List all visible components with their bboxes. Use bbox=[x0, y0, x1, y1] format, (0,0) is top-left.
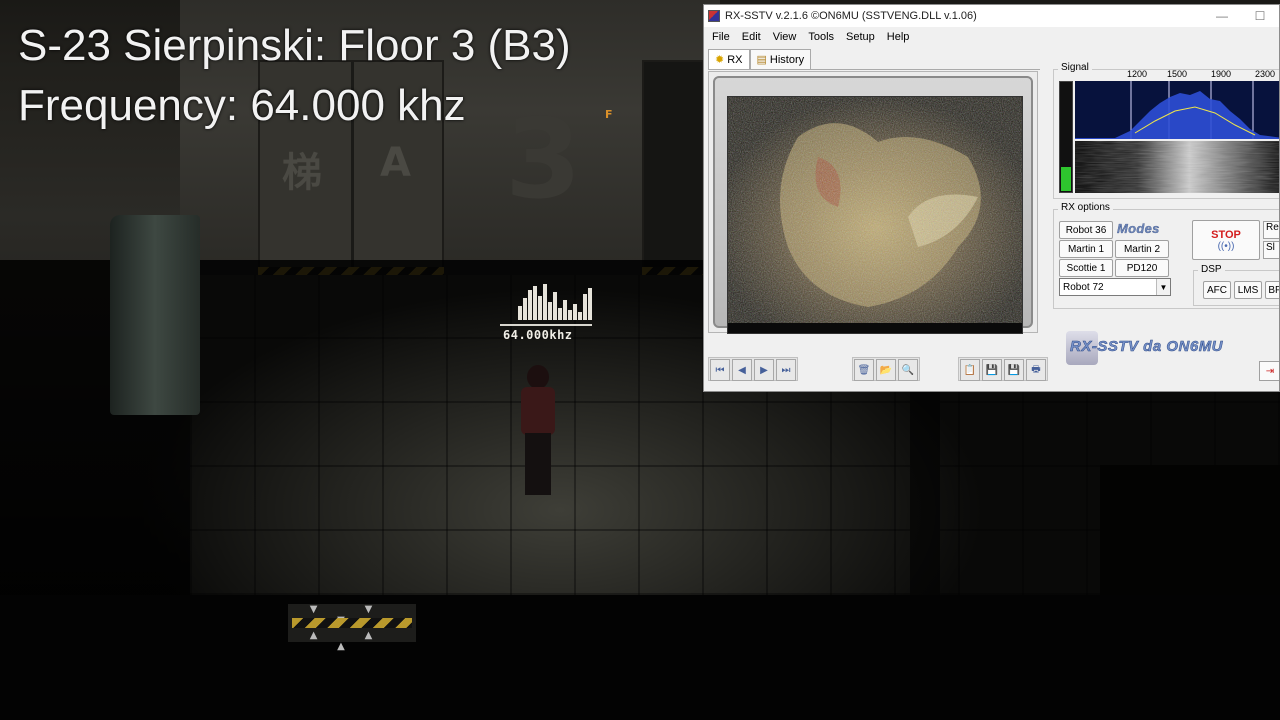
monitor-frame bbox=[713, 76, 1033, 334]
radio-signal-bar bbox=[558, 308, 562, 320]
slant-button-partial[interactable]: Sl bbox=[1263, 241, 1279, 259]
radio-signal-bar bbox=[528, 290, 532, 320]
mode-martin2-button[interactable]: Martin 2 bbox=[1115, 240, 1169, 258]
overlay-frequency: Frequency: 64.000 khz bbox=[18, 81, 466, 130]
dsp-label: DSP bbox=[1198, 264, 1225, 275]
mode-select[interactable]: Robot 72 ▼ bbox=[1059, 278, 1171, 296]
spectrum-display bbox=[1075, 81, 1279, 139]
freq-tick: 1500 bbox=[1167, 69, 1188, 79]
lms-button[interactable]: LMS bbox=[1234, 281, 1262, 299]
delete-icon[interactable]: 🗑 bbox=[854, 359, 874, 381]
menu-help[interactable]: Help bbox=[881, 31, 916, 43]
freq-tick: 1200 bbox=[1127, 69, 1148, 79]
tab-rx-label: RX bbox=[727, 53, 743, 66]
brand-text: RX-SSTV da ON6MU bbox=[1070, 338, 1224, 356]
reset-button-partial[interactable]: Re bbox=[1263, 221, 1279, 239]
floor bbox=[0, 595, 1280, 720]
stop-label: STOP bbox=[1211, 228, 1241, 241]
tab-bar: ✹ RX ▤ History bbox=[708, 49, 812, 69]
radio-signal-bar bbox=[543, 284, 547, 320]
signal-label: Signal bbox=[1058, 62, 1092, 73]
copy-icon[interactable]: 📋 bbox=[960, 359, 980, 381]
minimize-button[interactable]: — bbox=[1203, 9, 1241, 23]
mode-scottie1-button[interactable]: Scottie 1 bbox=[1059, 259, 1113, 277]
rx-options-label: RX options bbox=[1058, 202, 1113, 213]
radio-signal-bar bbox=[568, 310, 572, 320]
mode-robot36-button[interactable]: Robot 36 bbox=[1059, 221, 1113, 239]
app-icon bbox=[708, 10, 720, 22]
signal-level-meter bbox=[1059, 81, 1073, 193]
bp-button[interactable]: BP bbox=[1265, 281, 1279, 299]
radio-signal-bar bbox=[523, 298, 527, 320]
save-as-icon[interactable]: 💾 bbox=[1004, 359, 1024, 381]
window-titlebar[interactable]: RX-SSTV v.2.1.6 ©ON6MU (SSTVENG.DLL v.1.… bbox=[704, 5, 1279, 27]
menu-tools[interactable]: Tools bbox=[802, 31, 840, 43]
radio-signal-bar bbox=[548, 302, 552, 320]
mode-martin1-button[interactable]: Martin 1 bbox=[1059, 240, 1113, 258]
tab-rx[interactable]: ✹ RX bbox=[708, 49, 750, 69]
sun-icon: ✹ bbox=[715, 54, 725, 66]
mode-select-value: Robot 72 bbox=[1063, 281, 1104, 293]
freq-tick: 1900 bbox=[1211, 69, 1232, 79]
exit-icon[interactable]: ⇥ bbox=[1259, 361, 1279, 381]
print-icon[interactable]: 🖶 bbox=[1026, 359, 1046, 381]
maximize-button[interactable]: ☐ bbox=[1241, 9, 1279, 23]
next-image-icon[interactable]: ▶ bbox=[754, 359, 774, 381]
image-toolbar: ⏮ ◀ ▶ ⏭ 🗑 📂 🔍 📋 💾 💾 🖶 bbox=[708, 357, 1060, 381]
radio-signal-bar bbox=[573, 304, 577, 320]
overlay-location-title: S-23 Sierpinski: Floor 3 (B3) bbox=[18, 21, 571, 70]
stop-button[interactable]: STOP ((•)) bbox=[1192, 220, 1260, 260]
menu-bar: File Edit View Tools Setup Help bbox=[704, 27, 1279, 47]
menu-file[interactable]: File bbox=[706, 31, 736, 43]
radio-frequency-readout: 64.000khz bbox=[503, 328, 573, 342]
freq-tick: 2300 bbox=[1255, 69, 1276, 79]
rx-sstv-window: RX-SSTV v.2.1.6 ©ON6MU (SSTVENG.DLL v.1.… bbox=[703, 4, 1280, 392]
waterfall-display bbox=[1075, 141, 1279, 193]
modes-logo: Modes bbox=[1117, 221, 1160, 236]
document-icon: ▤ bbox=[756, 54, 767, 66]
zoom-icon[interactable]: 🔍 bbox=[898, 359, 918, 381]
radio-signal-bar bbox=[518, 306, 522, 320]
radio-tuning-line bbox=[500, 324, 592, 326]
afc-button[interactable]: AFC bbox=[1203, 281, 1231, 299]
last-image-icon[interactable]: ⏭ bbox=[776, 359, 796, 381]
received-sstv-image bbox=[727, 96, 1023, 334]
door-sign-f: F bbox=[605, 108, 613, 121]
rx-sstv-logo: RX-SSTV da ON6MU bbox=[1066, 325, 1251, 369]
radio-signal-bar bbox=[563, 300, 567, 320]
radio-signal-bar bbox=[588, 288, 592, 320]
tab-history-label: History bbox=[769, 53, 805, 66]
wall-machine bbox=[110, 215, 200, 415]
window-title: RX-SSTV v.2.1.6 ©ON6MU (SSTVENG.DLL v.1.… bbox=[725, 10, 977, 22]
previous-image-icon[interactable]: ◀ bbox=[732, 359, 752, 381]
first-image-icon[interactable]: ⏮ bbox=[710, 359, 730, 381]
side-door bbox=[642, 60, 704, 270]
signal-level-fill bbox=[1061, 166, 1071, 191]
chevron-down-icon[interactable]: ▼ bbox=[1156, 279, 1170, 295]
radio-signal-bar bbox=[553, 292, 557, 320]
floor-number-marking: 3 bbox=[505, 95, 582, 223]
antenna-icon: ((•)) bbox=[1217, 240, 1235, 252]
radio-signal-bar bbox=[583, 294, 587, 320]
radio-signal-bar bbox=[538, 296, 542, 320]
door-sign-glyph: 梯 bbox=[282, 150, 322, 196]
player-character bbox=[515, 365, 561, 495]
floor-vent: ▼ ▼ ▼ ▲ ▲ ▲ bbox=[288, 604, 416, 652]
tab-history[interactable]: ▤ History bbox=[749, 49, 812, 69]
menu-edit[interactable]: Edit bbox=[736, 31, 767, 43]
radio-signal-indicator: 64.000khz bbox=[500, 262, 600, 342]
radio-signal-bar bbox=[578, 312, 582, 320]
open-folder-icon[interactable]: 📂 bbox=[876, 359, 896, 381]
mode-pd120-button[interactable]: PD120 bbox=[1115, 259, 1169, 277]
save-icon[interactable]: 💾 bbox=[982, 359, 1002, 381]
menu-setup[interactable]: Setup bbox=[840, 31, 881, 43]
door-sign-letter: A bbox=[380, 140, 411, 186]
rx-image-panel bbox=[708, 71, 1038, 334]
menu-view[interactable]: View bbox=[767, 31, 803, 43]
radio-signal-bar bbox=[533, 286, 537, 320]
